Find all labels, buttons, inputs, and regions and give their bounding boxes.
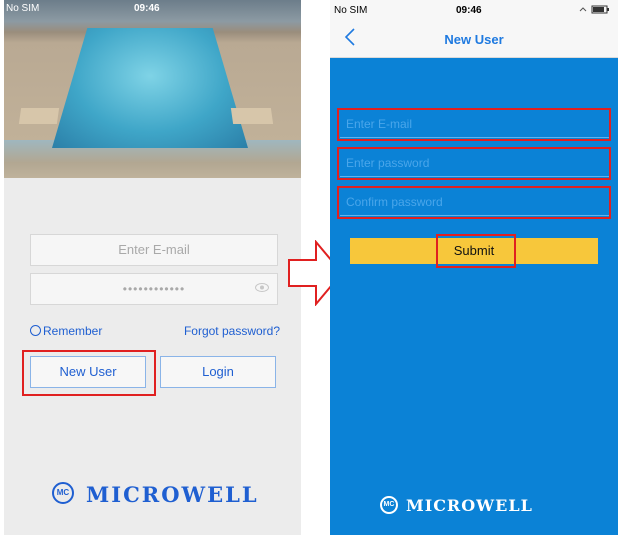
password-mask: •••••••••••• xyxy=(122,282,186,296)
navigation-bar: No SIM 09:46 New User xyxy=(330,0,618,58)
login-screen: No SIM 09:46 Enter E-mail •••••••••••• R… xyxy=(4,0,301,535)
carrier-label: No SIM xyxy=(6,3,40,14)
microwell-logo-icon: MC xyxy=(52,482,74,504)
status-bar: No SIM 09:46 xyxy=(4,0,301,18)
eye-icon[interactable] xyxy=(255,283,269,292)
battery-icon xyxy=(578,4,612,17)
login-button[interactable]: Login xyxy=(160,356,276,388)
brand-logo: MC MICROWELL xyxy=(52,482,272,508)
highlight-password xyxy=(337,147,611,180)
password-input[interactable]: •••••••••••• xyxy=(30,273,278,305)
remember-row: Remember Forgot password? xyxy=(30,324,280,340)
pool-photo: No SIM 09:46 xyxy=(4,0,301,178)
microwell-logo-icon: MC xyxy=(380,496,398,514)
remember-label[interactable]: Remember xyxy=(43,324,102,338)
carrier-label: No SIM xyxy=(334,5,368,16)
forgot-password-link[interactable]: Forgot password? xyxy=(184,324,280,338)
pool-deck-right xyxy=(230,108,274,124)
highlight-submit xyxy=(436,234,516,268)
brand-name: MICROWELL xyxy=(406,496,533,515)
email-input[interactable]: Enter E-mail xyxy=(30,234,278,266)
clock: 09:46 xyxy=(456,5,482,16)
status-icons xyxy=(579,5,609,14)
highlight-email xyxy=(337,108,611,141)
brand-name: MICROWELL xyxy=(86,482,259,507)
highlight-new-user xyxy=(22,350,156,396)
radio-icon[interactable] xyxy=(30,325,41,336)
brand-logo: MC MICROWELL xyxy=(380,496,590,518)
page-title: New User xyxy=(444,32,504,47)
pool-water xyxy=(52,28,248,148)
highlight-confirm-password xyxy=(337,186,611,219)
pool-deck-left xyxy=(18,108,60,124)
clock: 09:46 xyxy=(134,3,160,14)
